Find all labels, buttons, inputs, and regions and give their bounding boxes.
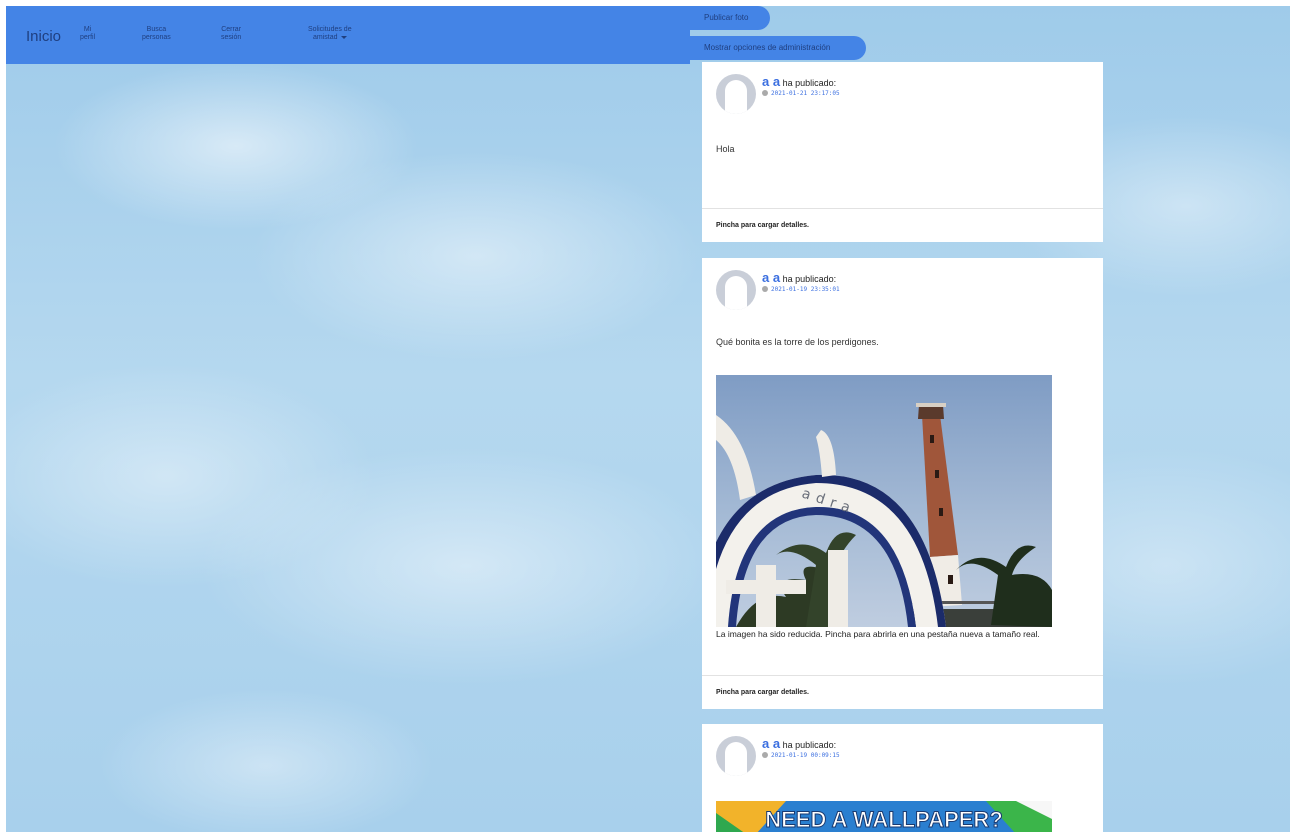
post-timestamp-text: 2021-01-21 23:17:05 xyxy=(771,90,840,97)
nav-logout-line2: sesión xyxy=(221,34,242,41)
post-card: a a ha publicado: 2021-01-21 23:17:05 Ho… xyxy=(702,62,1103,242)
clock-icon xyxy=(762,90,768,96)
nav-my-profile-line2: perfil xyxy=(80,34,96,41)
clock-icon xyxy=(762,752,768,758)
clock-icon xyxy=(762,286,768,292)
post-card: a a ha publicado: 2021-01-19 00:09:15 NE… xyxy=(702,724,1103,832)
avatar xyxy=(716,270,756,310)
post-timestamp-text: 2021-01-19 00:09:15 xyxy=(771,752,840,759)
nav-friend-requests-line1: Solicitudes de xyxy=(308,26,352,33)
top-navbar: Inicio Mi perfil Busca personas Cerrar s… xyxy=(6,6,690,64)
load-details-link[interactable]: Pincha para cargar detalles. xyxy=(702,208,1103,242)
post-photo[interactable]: adra xyxy=(716,375,1052,627)
post-author-link[interactable]: a a xyxy=(762,74,780,89)
nav-friend-requests-line2-wrap: amistad xyxy=(308,34,352,42)
post-verb: ha publicado: xyxy=(782,78,837,88)
nav-search-people[interactable]: Busca personas xyxy=(142,26,171,42)
avatar xyxy=(716,74,756,114)
nav-search-people-line1: Busca xyxy=(146,26,167,33)
banner-text: NEED A WALLPAPER? xyxy=(765,807,1003,832)
post-author-line: a a ha publicado: xyxy=(762,736,836,751)
nav-home-link[interactable]: Inicio xyxy=(26,28,61,45)
nav-friend-requests-line2: amistad xyxy=(313,34,338,41)
post-author-link[interactable]: a a xyxy=(762,270,780,285)
nav-friend-requests-dropdown[interactable]: Solicitudes de amistad xyxy=(308,26,352,42)
nav-search-people-line2: personas xyxy=(142,34,171,41)
post-timestamp: 2021-01-19 00:09:15 xyxy=(762,752,840,759)
nav-logout[interactable]: Cerrar sesión xyxy=(221,26,241,42)
post-verb: ha publicado: xyxy=(782,740,837,750)
post-text: Hola xyxy=(716,144,735,154)
post-card: a a ha publicado: 2021-01-19 23:35:01 Qu… xyxy=(702,258,1103,709)
nav-logout-line1: Cerrar xyxy=(221,26,242,33)
load-details-link[interactable]: Pincha para cargar detalles. xyxy=(702,675,1103,709)
avatar xyxy=(716,736,756,776)
post-author-link[interactable]: a a xyxy=(762,736,780,751)
image-reduced-note[interactable]: La imagen ha sido reducida. Pincha para … xyxy=(716,630,1076,639)
publish-photo-button[interactable]: Publicar foto xyxy=(690,6,770,30)
post-author-line: a a ha publicado: xyxy=(762,74,836,89)
caret-down-icon xyxy=(340,35,347,39)
pill-notch-icon xyxy=(690,13,695,23)
nav-my-profile[interactable]: Mi perfil xyxy=(80,26,95,42)
post-timestamp-text: 2021-01-19 23:35:01 xyxy=(771,286,840,293)
nav-my-profile-line1: Mi xyxy=(83,26,92,33)
pill-notch-icon xyxy=(690,43,695,53)
post-timestamp: 2021-01-19 23:35:01 xyxy=(762,286,840,293)
post-author-line: a a ha publicado: xyxy=(762,270,836,285)
post-timestamp: 2021-01-21 23:17:05 xyxy=(762,90,840,97)
post-text: Qué bonita es la torre de los perdigones… xyxy=(716,337,879,347)
show-admin-options-button[interactable]: Mostrar opciones de administración xyxy=(690,36,866,60)
post-photo[interactable]: NEED A WALLPAPER? xyxy=(716,801,1052,832)
post-verb: ha publicado: xyxy=(782,274,837,284)
